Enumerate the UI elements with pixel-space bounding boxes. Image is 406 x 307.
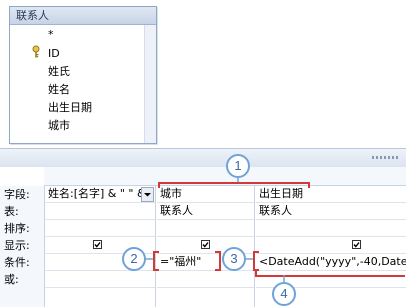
show-cell[interactable]: [256, 237, 406, 254]
row-label-or: 或:: [4, 273, 19, 286]
bracket-top-fields: [158, 182, 310, 188]
table-cell[interactable]: 联系人: [256, 203, 406, 220]
splitter-grip[interactable]: [372, 156, 400, 159]
field-list: * ID 姓氏 姓名 出生日期 城市: [10, 25, 144, 143]
row-label-field: 字段:: [4, 188, 30, 201]
query-design-upper-pane: 联系人 * ID 姓氏 姓名 出生日期 城市: [0, 0, 406, 148]
bracket-bottom: [255, 271, 405, 277]
row-label-sort: 排序:: [4, 222, 30, 235]
or-cell[interactable]: [45, 271, 155, 288]
criteria-cell[interactable]: <DateAdd("yyyy",-40,Date: [256, 254, 406, 271]
field-expression: 姓名:[名字] & " " & *: [48, 187, 155, 200]
field-cell[interactable]: 城市: [157, 186, 254, 203]
callout-2: 2: [122, 247, 146, 271]
field-item[interactable]: 出生日期: [48, 99, 92, 116]
or-cell[interactable]: [157, 271, 254, 288]
sort-cell[interactable]: [256, 220, 406, 237]
field-item-id[interactable]: ID: [48, 45, 60, 62]
callout-3: 3: [222, 247, 246, 271]
table-field-list-window[interactable]: 联系人 * ID 姓氏 姓名 出生日期 城市: [9, 6, 157, 144]
bracket-top-right-tick: [308, 182, 310, 188]
table-cell[interactable]: [45, 203, 155, 220]
show-checkbox[interactable]: [352, 240, 361, 249]
field-item[interactable]: 姓氏: [48, 63, 70, 80]
bracket-criteria-1-right: [215, 251, 221, 271]
grid-column-1: 姓名:[名字] & " " & *: [45, 186, 156, 307]
field-cell[interactable]: 姓名:[名字] & " " & *: [45, 186, 155, 203]
show-checkbox[interactable]: [201, 240, 210, 249]
field-item[interactable]: *: [48, 26, 54, 43]
table-title[interactable]: 联系人: [10, 7, 156, 25]
show-checkbox[interactable]: [93, 240, 102, 249]
table-cell[interactable]: 联系人: [157, 203, 254, 220]
bracket-criteria-1: [153, 251, 159, 271]
query-design-grid: 字段: 表: 排序: 显示: 条件: 或: 姓名:[名字] & " " & * …: [0, 167, 406, 307]
grid-column-2: 城市 联系人 ="福州": [157, 186, 255, 307]
row-labels: 字段: 表: 排序: 显示: 条件: 或:: [0, 186, 45, 307]
bracket-top-left-tick: [158, 182, 160, 188]
sort-cell[interactable]: [157, 220, 254, 237]
field-cell[interactable]: 出生日期: [256, 186, 406, 203]
field-item[interactable]: 城市: [48, 117, 70, 134]
field-list-scrollbar[interactable]: [144, 25, 156, 143]
callout-4: 4: [272, 282, 296, 306]
row-label-show: 显示:: [4, 239, 30, 252]
callout-1: 1: [226, 154, 250, 178]
chevron-down-icon: [144, 193, 151, 197]
field-item[interactable]: 姓名: [48, 81, 70, 98]
row-label-criteria: 条件:: [4, 256, 30, 269]
primary-key-icon: [32, 45, 40, 58]
bracket-bottom-tick: [255, 269, 257, 275]
bracket-criteria-2: [253, 251, 259, 271]
pane-splitter[interactable]: [0, 148, 406, 168]
row-label-table: 表:: [4, 205, 19, 218]
sort-cell[interactable]: [45, 220, 155, 237]
field-dropdown-button[interactable]: [141, 187, 154, 202]
